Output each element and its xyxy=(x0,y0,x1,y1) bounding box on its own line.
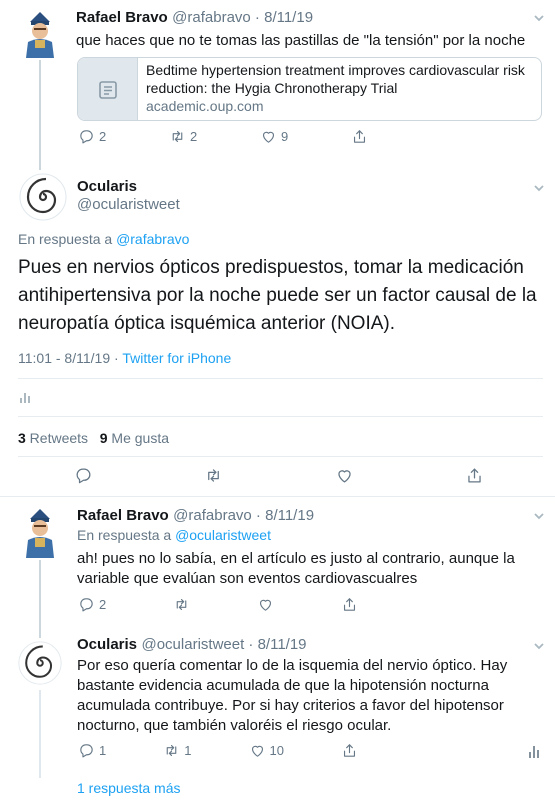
thread-line xyxy=(39,560,41,638)
divider xyxy=(0,496,555,497)
like-button[interactable] xyxy=(335,466,354,485)
heart-icon xyxy=(337,470,351,483)
reply-icon xyxy=(80,598,93,612)
heart-icon xyxy=(251,745,263,757)
author-handle-date[interactable]: @ocularistweet · 8/11/19 xyxy=(141,636,306,653)
reply-count: 1 xyxy=(99,743,107,758)
avatar[interactable] xyxy=(20,10,60,58)
reply-prefix: En respuesta a xyxy=(77,527,176,543)
avatar[interactable] xyxy=(17,640,63,686)
chevron-down-icon[interactable] xyxy=(533,639,545,651)
divider xyxy=(18,378,543,379)
author-name[interactable]: Rafael Bravo xyxy=(76,9,168,26)
reply-button[interactable]: 1 xyxy=(78,742,106,759)
chevron-down-icon[interactable] xyxy=(533,181,545,193)
retweet-icon xyxy=(172,130,183,143)
share-icon xyxy=(353,130,366,143)
reply-count: 2 xyxy=(99,129,107,144)
reply-button[interactable] xyxy=(74,466,93,485)
analytics-icon[interactable] xyxy=(18,390,32,409)
avatar[interactable] xyxy=(18,172,68,222)
show-more-replies-link[interactable]: 1 respuesta más xyxy=(77,780,181,796)
tweet-text: que haces que no te tomas las pastillas … xyxy=(76,32,526,49)
retweet-icon xyxy=(166,744,177,757)
chevron-down-icon[interactable] xyxy=(533,509,545,521)
like-button[interactable]: 9 xyxy=(260,128,288,145)
share-button[interactable] xyxy=(341,742,358,759)
chevron-down-icon[interactable] xyxy=(533,11,545,23)
author-name[interactable]: Ocularis xyxy=(77,178,137,195)
thread-line xyxy=(39,60,41,170)
like-button[interactable]: 10 xyxy=(249,742,284,759)
tweet-timestamp[interactable]: 11:01 - 8/11/19 xyxy=(18,350,110,366)
likes-count: 9 xyxy=(99,430,108,446)
card-domain: academic.oup.com xyxy=(146,98,264,114)
card-title: Bedtime hypertension treatment improves … xyxy=(146,62,525,96)
thunderbird-avatar-icon xyxy=(26,12,54,58)
retweets-count: 3 xyxy=(18,430,26,446)
spiral-logo-icon xyxy=(18,641,62,685)
spiral-logo-icon xyxy=(19,173,67,221)
engagement-stats: 3 Retweets 9 Me gusta xyxy=(18,430,169,446)
share-icon xyxy=(343,598,356,611)
reply-icon xyxy=(80,744,93,758)
reply-button[interactable]: 2 xyxy=(78,596,106,613)
author-handle[interactable]: @ocularistweet xyxy=(77,196,180,213)
card-thumbnail xyxy=(78,58,138,120)
author-name[interactable]: Rafael Bravo xyxy=(77,507,169,524)
thread-line xyxy=(39,690,41,778)
tweet-text: ah! pues no lo sabía, en el artículo es … xyxy=(77,550,515,587)
reply-context: En respuesta a @rafabravo xyxy=(18,231,189,247)
tweet-meta: 11:01 - 8/11/19 · Twitter for iPhone xyxy=(18,350,231,366)
retweet-count: 1 xyxy=(184,743,192,758)
tweet-source-link[interactable]: Twitter for iPhone xyxy=(122,350,231,366)
share-button[interactable] xyxy=(465,466,484,485)
like-count: 9 xyxy=(281,129,289,144)
reply-button[interactable]: 2 xyxy=(78,128,106,145)
reply-icon xyxy=(76,468,91,484)
divider xyxy=(18,456,543,457)
author-name[interactable]: Ocularis xyxy=(77,636,137,653)
avatar[interactable] xyxy=(20,506,60,558)
document-icon xyxy=(98,81,117,99)
retweet-button[interactable]: 2 xyxy=(169,128,197,145)
heart-icon xyxy=(262,131,275,143)
like-count: 10 xyxy=(269,743,284,758)
retweet-button[interactable] xyxy=(173,596,190,613)
share-icon xyxy=(343,744,356,757)
reply-to-link[interactable]: @rafabravo xyxy=(116,231,189,247)
author-handle-date[interactable]: @rafabravo · 8/11/19 xyxy=(173,507,314,524)
link-card[interactable]: Bedtime hypertension treatment improves … xyxy=(77,57,542,121)
likes-stat[interactable]: 9 Me gusta xyxy=(100,430,169,446)
tweet-text: Por eso quería comentar lo de la isquemi… xyxy=(77,657,508,734)
analytics-icon[interactable] xyxy=(527,743,541,764)
retweet-button[interactable] xyxy=(204,466,223,485)
retweet-icon xyxy=(176,598,187,611)
meta-separator: · xyxy=(110,350,123,366)
retweet-button[interactable]: 1 xyxy=(163,742,191,759)
share-button[interactable] xyxy=(341,596,358,613)
share-button[interactable] xyxy=(351,128,368,145)
retweets-stat[interactable]: 3 Retweets xyxy=(18,430,88,446)
retweet-count: 2 xyxy=(190,129,198,144)
like-button[interactable] xyxy=(257,596,274,613)
share-icon xyxy=(468,468,481,483)
reply-to-link[interactable]: @ocularistweet xyxy=(175,527,271,543)
likes-label: Me gusta xyxy=(107,430,169,446)
retweets-label: Retweets xyxy=(25,430,89,446)
retweet-icon xyxy=(208,469,220,482)
heart-icon xyxy=(260,599,272,611)
thunderbird-avatar-icon xyxy=(26,509,54,558)
author-handle-date[interactable]: @rafabravo · 8/11/19 xyxy=(172,9,313,26)
reply-prefix: En respuesta a xyxy=(18,231,117,247)
reply-context: En respuesta a @ocularistweet xyxy=(77,527,271,543)
main-tweet-text: Pues en nervios ópticos predispuestos, t… xyxy=(18,257,537,334)
reply-icon xyxy=(80,130,93,144)
reply-count: 2 xyxy=(99,597,107,612)
divider xyxy=(18,416,543,417)
